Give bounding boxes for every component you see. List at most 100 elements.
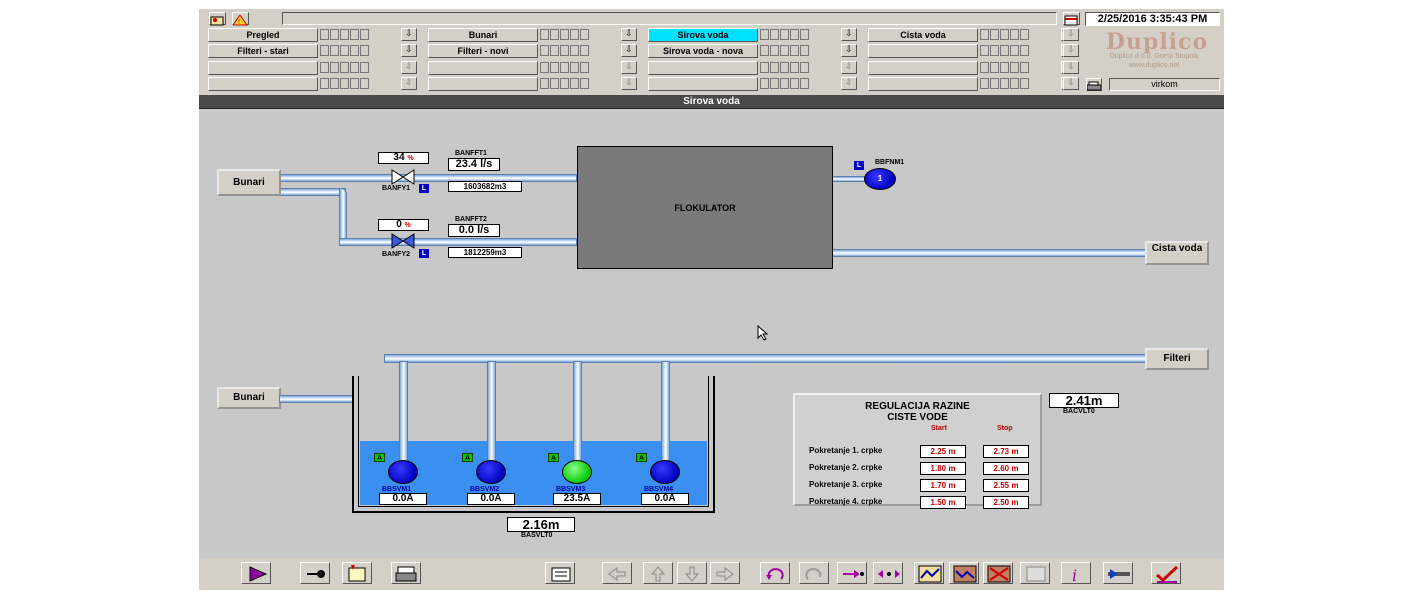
nav-status-cell — [360, 45, 369, 56]
filteri-button[interactable]: Filteri — [1145, 348, 1209, 370]
valve1-mode-badge: L — [419, 184, 429, 193]
trend-cancel-icon[interactable] — [983, 562, 1013, 584]
nav-status-cell — [570, 62, 579, 73]
nav-sirova-voda[interactable]: Sirova voda — [648, 28, 758, 42]
nav-down-arrow-icon[interactable]: ⇩ — [841, 28, 857, 41]
warning-icon[interactable]: ! — [232, 12, 249, 26]
bunari-button-bottom[interactable]: Bunari — [217, 387, 281, 409]
redo-icon[interactable] — [799, 562, 829, 584]
nav-status-cell — [770, 29, 779, 40]
undo-icon[interactable] — [760, 562, 790, 584]
nav-down-arrow-icon[interactable]: ⇩ — [401, 61, 417, 74]
arrow-down-icon[interactable] — [677, 562, 707, 584]
user-display: virkom — [1109, 78, 1220, 91]
arrow-up-icon[interactable] — [643, 562, 673, 584]
cista-voda-button[interactable]: Cista voda — [1145, 241, 1209, 265]
valve2-icon[interactable] — [391, 233, 415, 249]
nav-pregled[interactable]: Pregled — [208, 28, 318, 42]
nav-cista-voda[interactable]: Cista voda — [868, 28, 978, 42]
alarm-bell-icon[interactable] — [209, 12, 226, 26]
nav-status-cell — [990, 29, 999, 40]
report-icon[interactable] — [545, 562, 575, 584]
scada-window: ! 2/25/2016 3:35:43 PM Duplico Duplico d… — [199, 9, 1224, 590]
nav-down-arrow-icon[interactable]: ⇩ — [621, 28, 637, 41]
nav-sirova-voda-nova[interactable]: Sirova voda - nova — [648, 44, 758, 58]
print-icon[interactable] — [1086, 78, 1102, 91]
swap-icon[interactable] — [873, 562, 903, 584]
stop-setpoint-input[interactable]: 2.73 m — [983, 445, 1029, 458]
stop-setpoint-input[interactable]: 2.55 m — [983, 479, 1029, 492]
key-icon[interactable] — [300, 562, 330, 584]
nav-down-arrow-icon[interactable]: ⇩ — [1063, 44, 1079, 57]
nav-status-cell — [780, 62, 789, 73]
flow2-total: 1812259m3 — [448, 247, 522, 258]
nav-down-arrow-icon[interactable]: ⇩ — [401, 77, 417, 90]
tank-level-tag: BASVLT0 — [521, 532, 553, 539]
nav-status-cell — [350, 45, 359, 56]
nav-status-cell — [360, 78, 369, 89]
nav-down-arrow-icon[interactable]: ⇩ — [401, 44, 417, 57]
checkmark-icon[interactable] — [1151, 562, 1181, 584]
pump-icon[interactable] — [562, 460, 592, 484]
trend-icon-1[interactable] — [914, 562, 944, 584]
nav-down-arrow-icon[interactable]: ⇩ — [621, 61, 637, 74]
pump-icon[interactable] — [476, 460, 506, 484]
alarm-notes-icon[interactable] — [342, 562, 372, 584]
tools-icon[interactable] — [1103, 562, 1133, 584]
nav-down-arrow-icon[interactable]: ⇩ — [841, 61, 857, 74]
nav-empty-col4-3 — [868, 77, 978, 91]
play-icon[interactable] — [241, 562, 271, 584]
info-icon[interactable]: i — [1061, 562, 1091, 584]
pipe-inlet-2-vertical — [339, 188, 347, 243]
valve1-icon[interactable] — [391, 169, 415, 185]
trend-icon-2[interactable] — [949, 562, 979, 584]
mixer-icon[interactable]: 1 — [864, 168, 896, 190]
nav-down-arrow-icon[interactable]: ⇩ — [621, 44, 637, 57]
nav-down-arrow-icon[interactable]: ⇩ — [621, 77, 637, 90]
start-setpoint-input[interactable]: 2.25 m — [920, 445, 966, 458]
nav-status-cell — [570, 45, 579, 56]
calendar-icon[interactable] — [1063, 12, 1080, 26]
nav-status-cell — [320, 78, 329, 89]
printer-stack-icon[interactable] — [391, 562, 421, 584]
pump-icon[interactable] — [650, 460, 680, 484]
nav-filteri-stari[interactable]: Filteri - stari — [208, 44, 318, 58]
nav-down-arrow-icon[interactable]: ⇩ — [841, 77, 857, 90]
nav-empty-col3-3 — [648, 77, 758, 91]
start-setpoint-input[interactable]: 1.80 m — [920, 462, 966, 475]
nav-down-arrow-icon[interactable]: ⇩ — [841, 44, 857, 57]
pump-riser-pipe — [487, 361, 496, 463]
pump-tag: BBSVM2 — [470, 486, 500, 493]
nav-status-cell — [1010, 62, 1019, 73]
trend-disabled-icon[interactable] — [1020, 562, 1050, 584]
pump-icon[interactable] — [388, 460, 418, 484]
nav-status-cell — [360, 29, 369, 40]
nav-empty-col1-2 — [208, 61, 318, 75]
nav-bunari[interactable]: Bunari — [428, 28, 538, 42]
nav-status-cell — [350, 62, 359, 73]
start-setpoint-input[interactable]: 1.70 m — [920, 479, 966, 492]
nav-status-cell — [1010, 45, 1019, 56]
arrow-left-icon[interactable] — [602, 562, 632, 584]
bunari-button-top[interactable]: Bunari — [217, 169, 281, 196]
stop-setpoint-input[interactable]: 2.50 m — [983, 496, 1029, 509]
pipe-flokulator-out — [832, 249, 1147, 257]
move-right-icon[interactable] — [837, 562, 867, 584]
nav-status-cell — [760, 78, 769, 89]
arrow-right-icon[interactable] — [710, 562, 740, 584]
nav-down-arrow-icon[interactable]: ⇩ — [401, 28, 417, 41]
nav-down-arrow-icon[interactable]: ⇩ — [1063, 77, 1079, 90]
nav-status-cell — [760, 62, 769, 73]
clean-level-tag: BACVLT0 — [1063, 408, 1095, 415]
nav-down-arrow-icon[interactable]: ⇩ — [1063, 61, 1079, 74]
pipe-inlet-2-branch — [279, 188, 346, 196]
flokulator-tank[interactable]: FLOKULATOR — [577, 146, 833, 269]
pump-riser-pipe — [399, 361, 408, 463]
nav-down-arrow-icon[interactable]: ⇩ — [1063, 28, 1079, 41]
stop-setpoint-input[interactable]: 2.60 m — [983, 462, 1029, 475]
nav-empty-col3-2 — [648, 61, 758, 75]
tank-level-value: 2.16 — [522, 517, 548, 532]
nav-filteri-novi[interactable]: Filteri - novi — [428, 44, 538, 58]
start-setpoint-input[interactable]: 1.50 m — [920, 496, 966, 509]
nav-status-cell — [1000, 29, 1009, 40]
